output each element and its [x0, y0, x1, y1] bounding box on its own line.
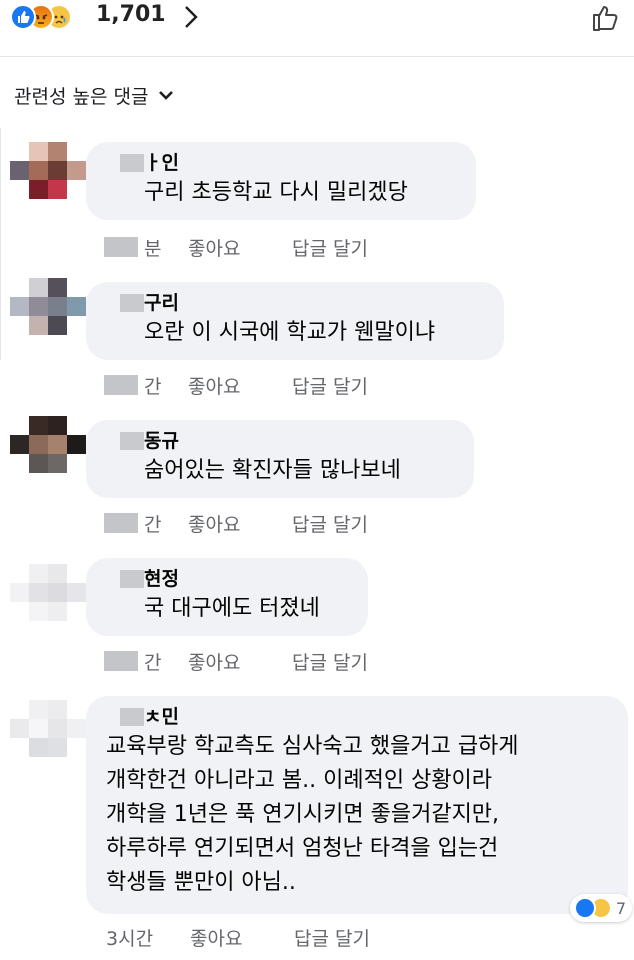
- reply-button[interactable]: 답글 달기: [292, 648, 402, 675]
- commenter-name[interactable]: 동규: [106, 428, 456, 454]
- reply-button[interactable]: 답글 달기: [292, 234, 402, 261]
- thumbs-up-icon[interactable]: [588, 0, 624, 36]
- comment-bubble: 동규 숨어있는 확진자들 많나보네: [86, 420, 474, 498]
- avatar[interactable]: [10, 416, 86, 492]
- reply-button[interactable]: 답글 달기: [294, 924, 404, 951]
- comment-timestamp[interactable]: 간: [104, 510, 188, 537]
- like-button[interactable]: 좋아요: [188, 510, 292, 537]
- comment-actions: 간 좋아요 답글 달기: [104, 648, 402, 675]
- like-button[interactable]: 좋아요: [190, 924, 294, 951]
- chevron-down-icon: [158, 87, 174, 103]
- reaction-icons: [10, 4, 90, 32]
- comment-actions: 분 좋아요 답글 달기: [104, 234, 402, 261]
- reply-button[interactable]: 답글 달기: [292, 510, 402, 537]
- commenter-name[interactable]: 현정: [106, 566, 350, 592]
- comment-text-line: 하루하루 연기되면서 엄청난 타격을 입는건: [106, 836, 499, 861]
- comment-timestamp[interactable]: 3시간: [106, 924, 190, 951]
- divider: [0, 56, 634, 57]
- comment-text-line: 교육부랑 학교측도 심사숙고 했을거고 급하게: [106, 734, 519, 759]
- comment-reaction-count: 7: [615, 898, 626, 918]
- comment-text: 오란 이 시국에 학교가 웬말이냐: [144, 320, 436, 345]
- commenter-name[interactable]: ㅏ인: [106, 150, 458, 176]
- comment-text: 숨어있는 확진자들 많나보네: [144, 458, 401, 483]
- chevron-right-icon[interactable]: [180, 2, 202, 32]
- reaction-count[interactable]: 1,701: [96, 2, 166, 27]
- like-icon: [573, 897, 596, 919]
- like-button[interactable]: 좋아요: [188, 648, 292, 675]
- commenter-name[interactable]: ㅊ민: [106, 704, 610, 730]
- comment-timestamp[interactable]: 간: [104, 648, 188, 675]
- like-button[interactable]: 좋아요: [188, 372, 292, 399]
- comment-bubble: 현정 국 대구에도 터졌네: [86, 558, 368, 636]
- comment-actions: 간 좋아요 답글 달기: [104, 372, 402, 399]
- comment-bubble: ㅏ인 구리 초등학교 다시 밀리겠당: [86, 142, 476, 220]
- comment-text-line: 개학한건 아니라고 봄.. 이례적인 상황이라: [106, 768, 493, 793]
- comment-text: 국 대구에도 터졌네: [144, 596, 320, 621]
- comment-reactions[interactable]: 7: [569, 894, 632, 922]
- comment-actions: 간 좋아요 답글 달기: [104, 510, 402, 537]
- comment-timestamp[interactable]: 간: [104, 372, 188, 399]
- like-button[interactable]: 좋아요: [188, 234, 292, 261]
- avatar[interactable]: [10, 142, 86, 218]
- comment-sort-dropdown[interactable]: 관련성 높은 댓글: [14, 80, 174, 110]
- reply-button[interactable]: 답글 달기: [292, 372, 402, 399]
- comment-timestamp[interactable]: 분: [104, 234, 188, 261]
- like-icon: [10, 4, 36, 30]
- comment-text-line: 학생들 뿐만이 아님..: [106, 870, 296, 895]
- comment-text-line: 개학을 1년은 푹 연기시키면 좋을거같지만,: [106, 802, 500, 827]
- divider: [0, 128, 1, 360]
- comment-text: 구리 초등학교 다시 밀리겠당: [144, 180, 408, 205]
- commenter-name[interactable]: 구리: [106, 290, 486, 316]
- avatar[interactable]: [10, 278, 86, 354]
- comment-actions: 3시간 좋아요 답글 달기: [106, 924, 404, 951]
- sort-label: 관련성 높은 댓글: [14, 85, 149, 108]
- avatar[interactable]: [10, 700, 86, 776]
- reactions-summary-bar[interactable]: 1,701: [0, 0, 634, 40]
- comment-bubble: ㅊ민 교육부랑 학교측도 심사숙고 했을거고 급하게 개학한건 아니라고 봄..…: [86, 696, 632, 922]
- comment-bubble: 구리 오란 이 시국에 학교가 웬말이냐: [86, 282, 504, 360]
- avatar[interactable]: [10, 564, 86, 640]
